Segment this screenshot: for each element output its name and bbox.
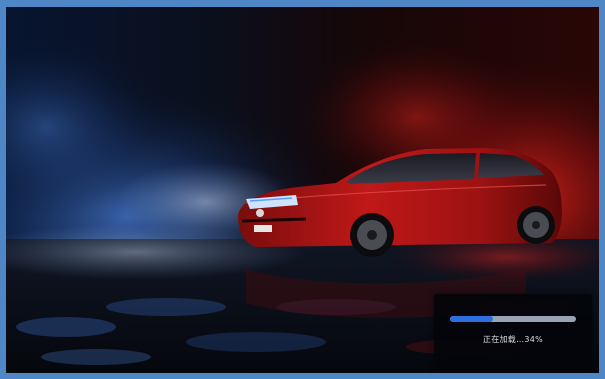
progress-bar-fill xyxy=(450,316,493,322)
loading-panel: 正在加载…34% xyxy=(434,294,592,368)
loading-status-text: 正在加载…34% xyxy=(482,335,544,344)
app-screen: 正在加载…34% xyxy=(0,0,605,379)
progress-bar xyxy=(450,316,576,322)
